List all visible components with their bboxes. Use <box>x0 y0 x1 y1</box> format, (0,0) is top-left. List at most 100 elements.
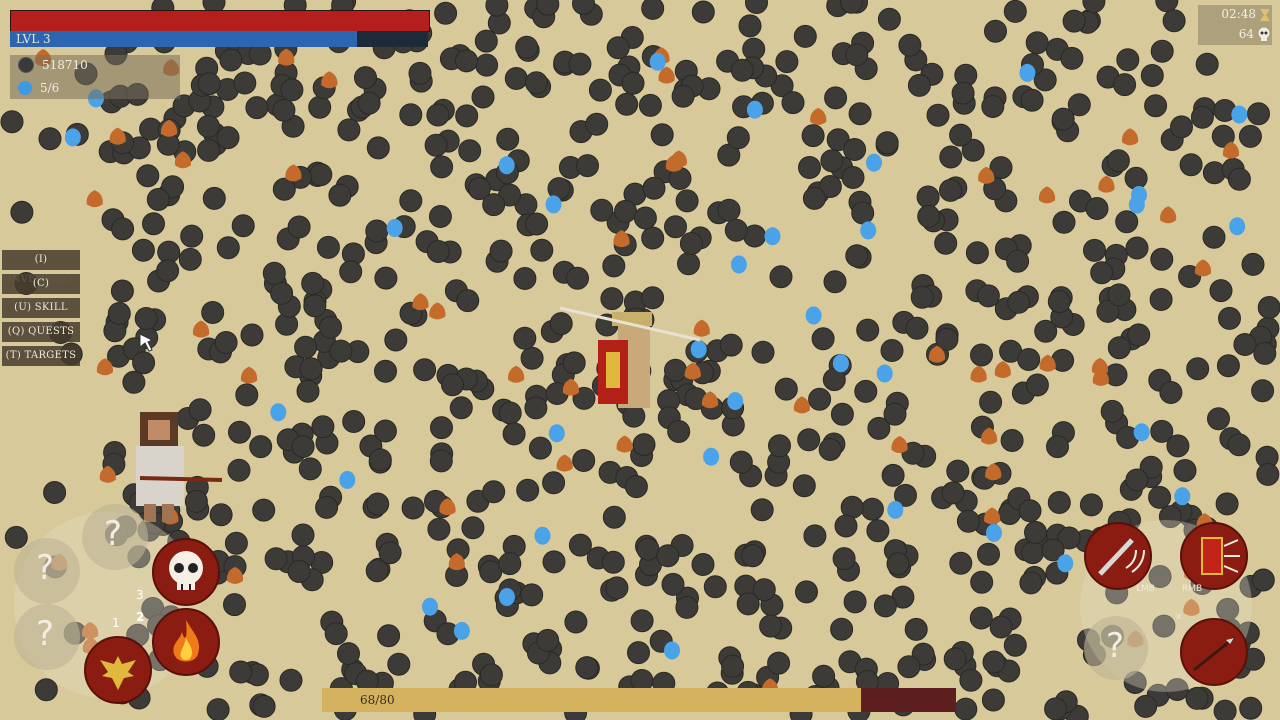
enemy-token <box>272 177 296 201</box>
enemy-token <box>1125 236 1149 260</box>
shield-attack-button[interactable] <box>1180 522 1248 590</box>
enemy-token <box>1047 290 1071 313</box>
ability-number-3: 3 <box>136 588 144 602</box>
enemy-token <box>368 448 392 472</box>
enemy-token <box>691 553 715 576</box>
unknown-ability-symbol: ? <box>104 514 123 554</box>
enemy-token <box>196 114 220 138</box>
enemy-token <box>627 641 650 665</box>
gold-row: 518710 <box>18 57 88 73</box>
enemy-token <box>1113 73 1137 97</box>
enemy-token <box>751 340 775 364</box>
skill-tree-button[interactable]: (U) SKILL TREE <box>2 298 80 333</box>
enemy-token <box>1209 279 1233 303</box>
enemy-token <box>474 29 498 53</box>
enemy-token <box>1116 48 1140 72</box>
enemy-token <box>798 156 821 179</box>
enemy-token <box>1213 699 1237 720</box>
enemy-token <box>513 267 537 290</box>
attack-slot-unknown[interactable]: ? <box>1084 616 1148 680</box>
enemy-token <box>1062 9 1086 33</box>
enemy-token <box>1166 434 1190 458</box>
enemy-token <box>298 457 322 481</box>
ability-slot-left[interactable]: ? <box>14 538 80 604</box>
enemy-token <box>542 550 566 574</box>
enemy-token <box>926 103 950 127</box>
sword-attack-button[interactable] <box>1084 522 1152 590</box>
enemy-token <box>219 48 243 72</box>
enemy-token <box>860 497 884 521</box>
enemy-token <box>1085 197 1109 220</box>
enemy-token <box>209 503 233 527</box>
enemy-token <box>315 495 339 519</box>
enemy-token <box>1202 225 1226 249</box>
enemy-token <box>941 481 965 505</box>
enemy-token <box>1150 39 1174 63</box>
enemy-token <box>1170 115 1193 139</box>
xp-gem <box>386 219 403 237</box>
skull-icon <box>169 551 203 590</box>
enemy-token <box>224 531 248 555</box>
enemy-token <box>131 238 155 262</box>
enemy-token <box>413 358 437 382</box>
crafting-button[interactable]: (C) CRAFTING <box>2 274 80 309</box>
enemy-token <box>1060 46 1084 70</box>
xp-gem <box>1174 487 1191 506</box>
enemy-token <box>479 663 503 687</box>
enemy-token <box>1140 64 1164 87</box>
enemy-token <box>818 438 842 461</box>
ability-slot-bottom-left[interactable]: ? <box>14 604 80 670</box>
enemy-token <box>1127 323 1151 347</box>
enemy-token <box>1148 485 1172 509</box>
kill-count: 64 <box>1238 27 1254 41</box>
xp-gem <box>805 306 822 325</box>
enemy-token <box>1238 124 1262 148</box>
enemy-token <box>845 244 869 268</box>
enemy-token <box>769 265 793 289</box>
health-bar <box>10 10 430 32</box>
xp-gem <box>1057 554 1074 573</box>
enemy-token <box>675 595 699 619</box>
enemy-token <box>516 478 540 502</box>
enemy-token <box>228 420 251 444</box>
enemy-token <box>214 331 238 354</box>
enemy-token <box>873 594 897 618</box>
enemy-token <box>614 199 637 223</box>
unknown-ability-symbol: ? <box>36 548 55 588</box>
skull-ability-button[interactable] <box>152 538 220 606</box>
enemy-token <box>977 542 1000 566</box>
enemy-token <box>43 481 67 504</box>
enemy-token <box>408 61 432 85</box>
spear-attack-button[interactable] <box>1180 618 1248 686</box>
xp-gem <box>887 500 904 519</box>
quests-button[interactable]: (Q) QUESTS <box>2 322 80 342</box>
enemy-token <box>939 178 962 202</box>
enemy-token <box>235 383 259 407</box>
enemy-token <box>309 163 333 187</box>
enemy-token <box>1019 571 1043 595</box>
enemy-token <box>384 328 408 352</box>
enemy-token <box>724 218 748 242</box>
enemy-token <box>1227 433 1251 457</box>
enemy-token <box>1195 52 1219 76</box>
inventory-button[interactable]: (I) INVENTORY <box>2 250 80 285</box>
xp-gem <box>548 424 565 443</box>
shield-bash-icon <box>1201 537 1240 575</box>
enemy-token <box>301 271 325 295</box>
enemy-token <box>1047 491 1071 514</box>
run-timer: 02:48 <box>1221 7 1256 21</box>
eagle-ability-button[interactable] <box>84 636 152 704</box>
enemy-token <box>136 164 160 188</box>
skull-icon <box>1258 27 1270 41</box>
spear-icon <box>1193 636 1235 672</box>
enemy-token <box>549 312 573 336</box>
enemy-token <box>632 433 656 457</box>
enemy-token <box>856 318 880 342</box>
ability-slot-top[interactable]: ? <box>82 504 148 570</box>
enemy-token <box>455 104 479 128</box>
fire-ability-button[interactable] <box>152 608 220 676</box>
targets-button[interactable]: (T) TARGETS <box>2 346 80 366</box>
enemy-token <box>366 492 390 516</box>
enemy-token <box>830 617 854 641</box>
enemy-token <box>1006 249 1030 273</box>
